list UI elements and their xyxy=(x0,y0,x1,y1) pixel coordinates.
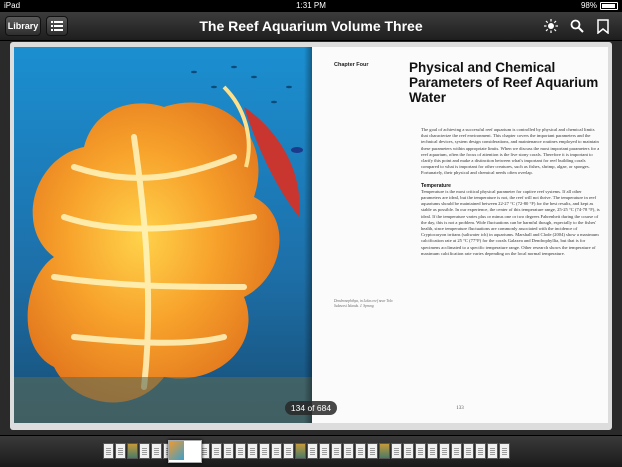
page-thumbnail[interactable] xyxy=(403,443,414,459)
page-number: 133 xyxy=(456,406,464,411)
page-thumbnail[interactable] xyxy=(307,443,318,459)
brightness-icon xyxy=(544,19,558,33)
chapter-heading: Physical and Chemical Parameters of Reef… xyxy=(409,60,599,105)
page-counter: 134 of 684 xyxy=(285,401,337,415)
book-title: The Reef Aquarium Volume Three xyxy=(199,18,423,34)
page-thumbnail[interactable] xyxy=(271,443,282,459)
bookmark-button[interactable] xyxy=(594,17,612,35)
battery-status: 98% xyxy=(581,0,618,12)
page-thumbnail[interactable] xyxy=(151,443,162,459)
page-thumbnail[interactable] xyxy=(139,443,150,459)
list-icon xyxy=(51,21,63,31)
reader-toolbar: Library The Reef Aquarium Volume Three xyxy=(0,12,622,41)
clock: 1:31 PM xyxy=(296,1,326,10)
page-thumbnail[interactable] xyxy=(415,443,426,459)
battery-percent: 98% xyxy=(580,1,597,10)
page-thumbnail[interactable] xyxy=(487,443,498,459)
section-paragraph: Temperature is the most critical physica… xyxy=(421,188,600,256)
page-thumbnail[interactable] xyxy=(295,443,306,459)
current-thumbnail-image xyxy=(169,441,184,460)
page-thumbnail[interactable] xyxy=(211,443,222,459)
page-thumbnail[interactable] xyxy=(355,443,366,459)
page-thumbnail[interactable] xyxy=(499,443,510,459)
intro-paragraph: The goal of achieving a successful reef … xyxy=(421,127,600,176)
photo-caption: Dendronephthya, in Lolas reef near Tolo … xyxy=(334,299,393,308)
page-thumbnail[interactable] xyxy=(103,443,114,459)
page-thumbnail[interactable] xyxy=(475,443,486,459)
chapter-body: The goal of achieving a successful reef … xyxy=(421,127,601,263)
bookmark-icon xyxy=(597,18,609,34)
page-thumbnail[interactable] xyxy=(463,443,474,459)
status-bar: iPad 1:31 PM 98% xyxy=(0,0,622,12)
brightness-button[interactable] xyxy=(542,17,560,35)
page-thumbnails[interactable] xyxy=(103,443,523,459)
search-button[interactable] xyxy=(568,17,586,35)
right-page[interactable]: Chapter Four Physical and Chemical Param… xyxy=(312,47,608,423)
page-thumbnail[interactable] xyxy=(367,443,378,459)
page-thumbnail[interactable] xyxy=(115,443,126,459)
page-thumbnail[interactable] xyxy=(247,443,258,459)
page-thumbnail[interactable] xyxy=(235,443,246,459)
current-page-thumbnail[interactable] xyxy=(168,440,202,463)
toc-button[interactable] xyxy=(46,16,68,36)
page-thumbnail[interactable] xyxy=(259,443,270,459)
page-thumbnail[interactable] xyxy=(343,443,354,459)
search-icon xyxy=(570,19,584,33)
page-thumbnail[interactable] xyxy=(379,443,390,459)
page-thumbnail[interactable] xyxy=(127,443,138,459)
page-thumbnail[interactable] xyxy=(391,443,402,459)
library-button[interactable]: Library xyxy=(5,16,41,36)
page-thumbnail[interactable] xyxy=(427,443,438,459)
coral-photo xyxy=(14,47,312,423)
battery-icon xyxy=(600,2,618,10)
page-thumbnail[interactable] xyxy=(319,443,330,459)
page-thumbnail[interactable] xyxy=(223,443,234,459)
page-thumbnail[interactable] xyxy=(331,443,342,459)
chapter-label: Chapter Four xyxy=(334,62,369,68)
page-thumbnail[interactable] xyxy=(283,443,294,459)
page-thumbnail[interactable] xyxy=(451,443,462,459)
left-page-coral-photo[interactable] xyxy=(14,47,312,423)
page-thumbnail[interactable] xyxy=(439,443,450,459)
